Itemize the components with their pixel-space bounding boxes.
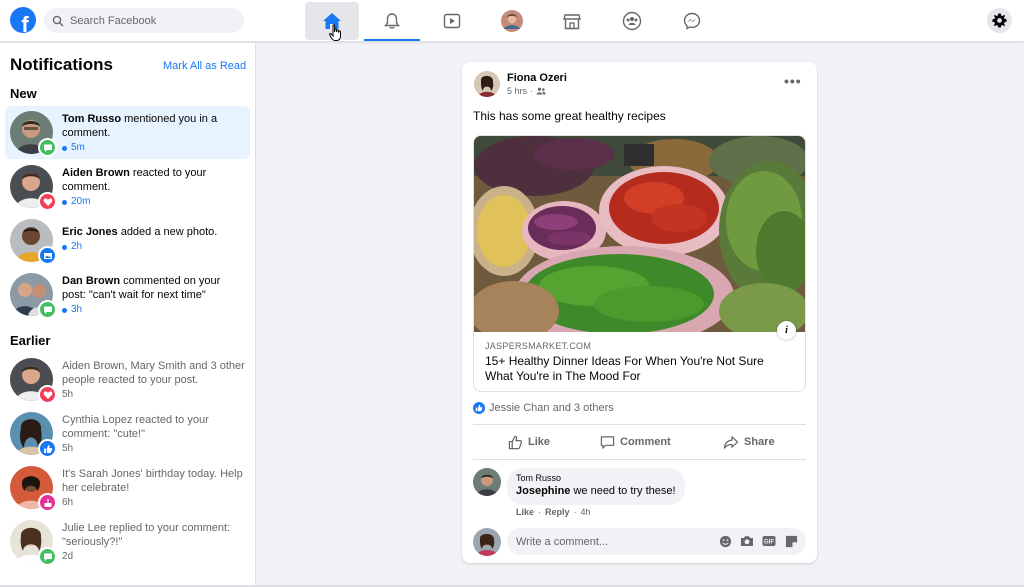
comment-reply-link[interactable]: Reply xyxy=(545,507,570,517)
video-icon xyxy=(443,13,461,29)
post-meta: 5 hrs · xyxy=(507,86,546,96)
notification-item[interactable]: Julie Lee replied to your comment: "seri… xyxy=(5,515,250,568)
info-icon[interactable]: i xyxy=(777,321,796,340)
notification-text: Dan Brown commented on your post: "can't… xyxy=(62,275,221,315)
notification-item[interactable]: Tom Russo mentioned you in a comment. 5m xyxy=(5,106,250,159)
notification-text: Aiden Brown, Mary Smith and 3 other peop… xyxy=(62,360,245,400)
store-icon xyxy=(563,13,581,29)
mark-all-read-link[interactable]: Mark All as Read xyxy=(163,60,246,72)
nav-watch[interactable] xyxy=(424,2,480,40)
notification-item[interactable]: Aiden Brown, Mary Smith and 3 other peop… xyxy=(5,353,250,406)
comment-time: 4h xyxy=(580,507,591,517)
author-avatar[interactable] xyxy=(474,71,500,97)
link-preview[interactable]: i JASPERSMARKET.COM 15+ Healthy Dinner I… xyxy=(473,135,806,392)
search-bar[interactable] xyxy=(44,8,244,33)
notification-item[interactable]: It's Sarah Jones' birthday today. Help h… xyxy=(5,461,250,514)
comment-badge-icon xyxy=(38,547,57,566)
nav-home[interactable] xyxy=(305,2,359,41)
notification-text: Aiden Brown reacted to your comment. 20m xyxy=(62,167,207,207)
photo-badge-icon xyxy=(38,246,57,265)
like-reaction-icon xyxy=(473,402,485,414)
notifications-panel: Notifications Mark All as Read New Tom R… xyxy=(0,43,256,587)
thumbs-up-icon xyxy=(508,435,523,449)
commenter-avatar[interactable] xyxy=(473,468,501,496)
nav-groups[interactable] xyxy=(604,2,660,40)
notification-text: Julie Lee replied to your comment: "seri… xyxy=(62,522,231,562)
comment-author[interactable]: Tom Russo xyxy=(516,473,676,483)
notification-text: Cynthia Lopez reacted to your comment: "… xyxy=(62,414,209,454)
nav-profile[interactable] xyxy=(484,2,540,40)
avatar xyxy=(501,10,523,32)
current-user-avatar[interactable] xyxy=(473,528,501,556)
post-text: This has some great healthy recipes xyxy=(473,109,666,123)
like-button[interactable]: Like xyxy=(508,431,550,453)
comment-actions: Like · Reply · 4h xyxy=(516,507,591,517)
notification-text: Eric Jones added a new photo. 2h xyxy=(62,226,218,252)
link-domain: JASPERSMARKET.COM xyxy=(485,341,592,351)
emoji-icon[interactable] xyxy=(718,534,732,548)
gear-icon xyxy=(992,13,1007,28)
settings-button[interactable] xyxy=(987,8,1012,33)
notification-item[interactable]: Eric Jones added a new photo. 2h xyxy=(5,214,250,267)
notification-item[interactable]: Cynthia Lopez reacted to your comment: "… xyxy=(5,407,250,460)
comment-like-link[interactable]: Like xyxy=(516,507,534,517)
search-icon xyxy=(52,15,64,26)
link-title: 15+ Healthy Dinner Ideas For When You're… xyxy=(485,354,764,383)
notification-item[interactable]: Dan Brown commented on your post: "can't… xyxy=(5,268,250,321)
comment-text: Josephine we need to try these! xyxy=(516,485,676,497)
notification-text: Tom Russo mentioned you in a comment. 5m xyxy=(62,113,218,153)
camera-icon[interactable] xyxy=(740,534,754,548)
top-navigation-bar: f xyxy=(0,0,1024,42)
notification-text: It's Sarah Jones' birthday today. Help h… xyxy=(62,468,243,508)
notification-item[interactable]: Aiden Brown reacted to your comment. 20m xyxy=(5,160,250,213)
nav-messenger[interactable] xyxy=(664,2,720,40)
love-badge-icon xyxy=(38,192,57,211)
comment-icon xyxy=(600,435,615,449)
write-comment-field[interactable]: GIF xyxy=(507,528,806,555)
love-badge-icon xyxy=(38,385,57,404)
comment-badge-icon xyxy=(38,138,57,157)
nav-marketplace[interactable] xyxy=(544,2,600,40)
cursor-hand-icon xyxy=(329,24,341,41)
more-options-button[interactable]: ••• xyxy=(784,73,802,89)
birthday-badge-icon xyxy=(38,493,57,512)
messenger-icon xyxy=(683,12,701,30)
bell-icon xyxy=(384,13,400,29)
facebook-logo[interactable]: f xyxy=(10,7,36,33)
active-tab-indicator xyxy=(364,39,420,41)
comment-bubble: Tom Russo Josephine we need to try these… xyxy=(507,468,685,505)
sticker-icon[interactable] xyxy=(784,534,798,548)
section-new: New xyxy=(10,86,37,101)
like-badge-icon xyxy=(38,439,57,458)
svg-text:GIF: GIF xyxy=(764,540,774,546)
comment-badge-icon xyxy=(38,300,57,319)
search-input[interactable] xyxy=(70,14,230,27)
gif-icon[interactable]: GIF xyxy=(762,534,776,548)
share-icon xyxy=(723,435,739,449)
vegetables-market-image xyxy=(474,136,805,332)
comment-input[interactable] xyxy=(516,535,706,548)
divider xyxy=(473,424,806,425)
nav-notifications[interactable] xyxy=(364,2,420,40)
groups-icon xyxy=(622,11,642,31)
panel-title: Notifications xyxy=(10,55,113,74)
divider xyxy=(473,459,806,460)
author-name[interactable]: Fiona Ozeri xyxy=(507,72,567,84)
friends-audience-icon xyxy=(536,87,546,95)
comment-button[interactable]: Comment xyxy=(600,431,671,453)
share-button[interactable]: Share xyxy=(723,431,775,453)
post-card: Fiona Ozeri 5 hrs · ••• This has some gre… xyxy=(462,62,817,563)
reactions-summary[interactable]: Jessie Chan and 3 others xyxy=(473,402,614,414)
section-earlier: Earlier xyxy=(10,333,51,348)
